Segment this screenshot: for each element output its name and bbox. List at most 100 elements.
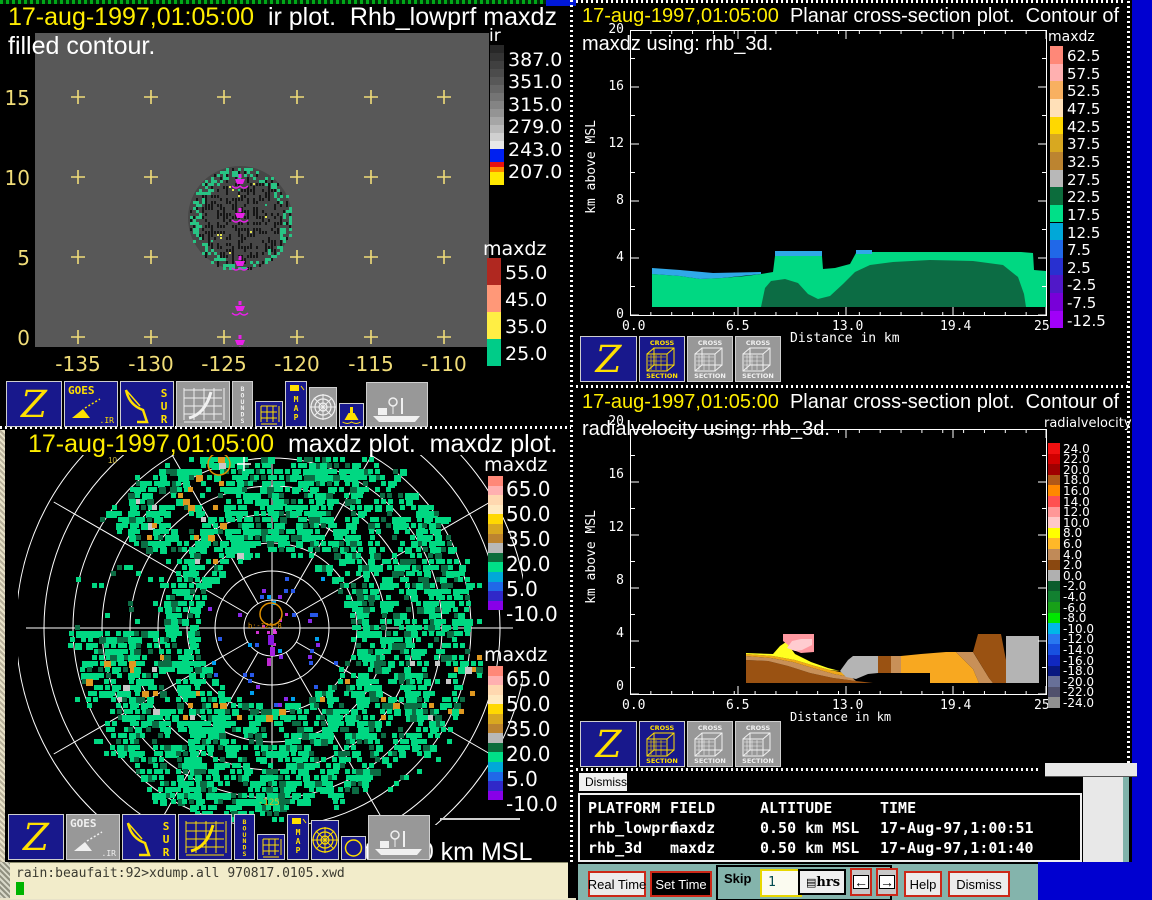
colorbar-band: [488, 601, 503, 611]
xs-maxdz-canvas[interactable]: [630, 30, 1047, 316]
colorbar-band: [1050, 258, 1063, 276]
colorbar-tick-label: 47.5: [1067, 100, 1100, 118]
toolbar-button-ship[interactable]: [366, 382, 428, 427]
dismiss-control-button[interactable]: Dismiss: [948, 871, 1010, 897]
maxdz16-colorbar-title: maxdz: [1048, 29, 1095, 45]
svg-text:R: R: [161, 413, 168, 426]
toolbar-button-polar[interactable]: [311, 820, 339, 860]
axis-tick-label: 5: [2, 246, 30, 270]
table-header-row: PLATFORMFIELDALTITUDETIME: [580, 799, 1080, 819]
toolbar-button-bounds[interactable]: BOUNDS: [232, 381, 253, 427]
ir-plot-canvas[interactable]: [35, 33, 489, 347]
colorbar-band: [1048, 464, 1060, 475]
toolbar-button-sur[interactable]: SUR: [122, 814, 176, 860]
xs-rv-title: 17-aug-1997,01:05:00 Planar cross-sectio…: [582, 391, 1119, 414]
scrollbar[interactable]: [1083, 777, 1123, 862]
axis-tick-label: 6.5: [726, 698, 749, 713]
radar-scale-label: 10: [108, 456, 117, 465]
colorbar-band: [1048, 538, 1060, 549]
toolbar-button-rgrid[interactable]: [178, 814, 232, 860]
step-back-button[interactable]: ←: [850, 868, 872, 896]
xs-rv-canvas[interactable]: [630, 429, 1047, 695]
radar-colorbar1-title: maxdz: [484, 454, 547, 476]
xs-rv-timestamp: 17-aug-1997,01:05:00: [582, 391, 779, 413]
toolbar-button-sur[interactable]: SUR: [120, 381, 174, 427]
arrow-left-icon: ←: [853, 875, 869, 889]
real-time-button[interactable]: Real Time: [588, 871, 646, 897]
svg-text:SECTION: SECTION: [694, 372, 726, 380]
radar-ppi-canvas[interactable]: [18, 455, 523, 825]
toolbar-button-gridsm[interactable]: [257, 834, 285, 860]
toolbar-button-bounds[interactable]: BOUNDS: [234, 814, 255, 860]
zebra-icon: Z: [581, 337, 636, 381]
svg-text:SECTION: SECTION: [694, 757, 726, 765]
axis-tick-label: 0: [2, 326, 30, 350]
toolbar-button-cube[interactable]: CROSSSECTION: [687, 336, 733, 382]
radar-range-label: -125: [258, 798, 280, 808]
help-button[interactable]: Help: [904, 871, 942, 897]
toolbar-button-cube[interactable]: CROSSSECTION: [735, 336, 781, 382]
gridsm-icon: [256, 402, 282, 426]
colorbar-tick-label: 7.5: [1067, 241, 1091, 259]
toolbar-button-cube-active[interactable]: CROSSSECTION: [639, 336, 685, 382]
set-time-button[interactable]: Set Time: [650, 871, 712, 897]
skip-input[interactable]: 1: [760, 869, 802, 897]
skip-label: Skip: [724, 871, 751, 886]
axis-tick-label: 16: [600, 79, 624, 94]
polar-icon: [312, 821, 338, 859]
toolbar-button-gridsm[interactable]: [255, 401, 283, 427]
colorbar-band: [1050, 293, 1063, 311]
table-header-cell: PLATFORM: [588, 799, 660, 817]
toolbar-button-map[interactable]: MAP: [287, 814, 309, 860]
svg-text:GOES: GOES: [68, 384, 95, 397]
toolbar-button-cube[interactable]: CROSSSECTION: [735, 721, 781, 767]
colorbar-band: [488, 791, 503, 801]
scrollbar-top-tab[interactable]: [1045, 763, 1137, 777]
colorbar-tick-label: 207.0: [508, 161, 562, 183]
colorbar-tick-label: 20.0: [506, 742, 551, 766]
colorbar-band: [1048, 560, 1060, 571]
xs-maxdz-title: 17-aug-1997,01:05:00 Planar cross-sectio…: [582, 5, 1119, 28]
polar-icon: [310, 388, 336, 426]
colorbar-band: [488, 476, 503, 486]
toolbar-button-zebra[interactable]: Z: [580, 336, 637, 382]
hrs-button[interactable]: ▤hrs: [798, 869, 846, 895]
toolbar-button-rgrid[interactable]: [176, 381, 230, 427]
top-edge-right: [576, 0, 1126, 3]
colorbar-band: [1050, 170, 1063, 188]
xs-rv-ylabel: km above MSL: [584, 510, 599, 604]
colorbar-band: [1048, 485, 1060, 496]
colorbar-tick-label: 5.0: [506, 767, 538, 791]
colorbar-band: [490, 125, 504, 133]
toolbar-button-cube-active[interactable]: CROSSSECTION: [639, 721, 685, 767]
colorbar-band: [1048, 549, 1060, 560]
toolbar-button-map[interactable]: MAP: [285, 381, 307, 427]
toolbar-button-ship[interactable]: [368, 815, 430, 860]
toolbar-button-goes[interactable]: GOES.IR: [66, 814, 120, 860]
step-forward-button[interactable]: →: [876, 868, 898, 896]
toolbar-button-polar[interactable]: [309, 387, 337, 427]
table-cell: rhb_lowprf: [588, 819, 678, 837]
xterm-window[interactable]: rain:beaufait:92>xdump.all 970817.0105.x…: [10, 862, 568, 899]
toolbar-button-zebra[interactable]: Z: [580, 721, 637, 767]
toolbar-button-goes[interactable]: GOES.IR: [64, 381, 118, 427]
colorbar-band: [1048, 496, 1060, 507]
toolbar-button-zebra[interactable]: Z: [8, 814, 64, 860]
colorbar-tick-label: 62.5: [1067, 47, 1100, 65]
colorbar-band: [1050, 99, 1063, 117]
toolbar-button-buoy[interactable]: [339, 403, 364, 427]
toolbar-button-zebra[interactable]: Z: [6, 381, 62, 427]
toolbar-button-cube[interactable]: CROSSSECTION: [687, 721, 733, 767]
xs-rv-xlabel: Distance in km: [790, 710, 891, 724]
svg-text:A: A: [296, 837, 301, 846]
xs-maxdz-xlabel: Distance in km: [790, 331, 900, 346]
svg-text:GOES: GOES: [70, 817, 97, 830]
axis-tick-label: 20: [600, 414, 624, 429]
rgrid-icon: [177, 382, 229, 426]
table-cell: rhb_3d: [588, 839, 642, 857]
dismiss-overlay-button[interactable]: Dismiss: [578, 772, 628, 792]
svg-text:Z: Z: [20, 382, 48, 426]
toolbar-button-circle[interactable]: [341, 836, 366, 860]
buoy-icon: [340, 404, 363, 426]
document-icon: ▤: [806, 876, 816, 889]
